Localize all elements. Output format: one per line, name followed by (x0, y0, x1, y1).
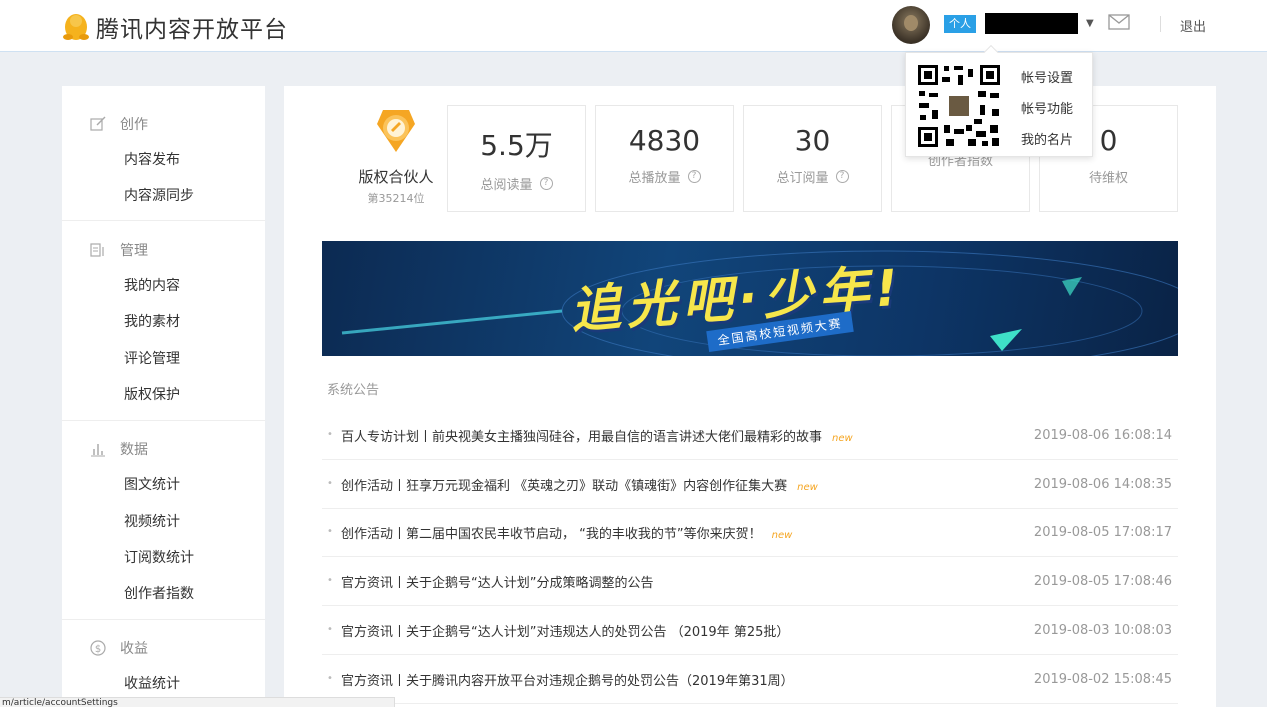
logout-link[interactable]: 退出 (1180, 16, 1206, 35)
menu-my-card[interactable]: 我的名片 (1021, 129, 1073, 148)
stat-label: 总播放量 (628, 167, 680, 186)
system-notices-heading: 系统公告 (327, 379, 379, 398)
new-tag: new (797, 482, 818, 493)
stat-label-row: 待维权 (1040, 167, 1177, 186)
new-tag: new (832, 433, 853, 444)
bullet-icon: • (327, 624, 333, 635)
sidebar-item-earnings-stats[interactable]: 收益统计 (124, 673, 180, 693)
menu-account-functions[interactable]: 帐号功能 (1021, 98, 1073, 117)
sidebar-item-article-stats[interactable]: 图文统计 (124, 474, 180, 494)
sidebar-section-earnings: $ 收益 (90, 638, 148, 658)
account-dropdown-menu: 帐号设置 帐号功能 我的名片 (905, 52, 1093, 157)
notice-row[interactable]: • 创作活动丨第二届中国农民丰收节启动， “我的丰收我的节”等你来庆贺！new … (322, 509, 1178, 557)
browser-status-bar: m/article/accountSettings (0, 697, 395, 707)
penguin-logo-icon (62, 12, 90, 42)
sidebar-section-title: 数据 (120, 439, 148, 459)
bar-chart-icon (90, 441, 106, 457)
stat-total-subscriptions: 30 总订阅量? (743, 105, 882, 212)
sidebar-section-create: 创作 (90, 114, 148, 134)
bullet-icon: • (327, 673, 333, 684)
copyright-partner-medal: 版权合伙人 第35214位 (342, 106, 450, 206)
notice-title[interactable]: 创作活动丨狂享万元现金福利 《英魂之刃》联动《镇魂街》内容创作征集大赛 new (341, 475, 818, 494)
sidebar-section-manage: 管理 (90, 240, 148, 260)
mail-icon[interactable] (1108, 14, 1130, 30)
platform-name: 腾讯内容开放平台 (96, 10, 288, 44)
bullet-icon: • (327, 526, 333, 537)
notice-time: 2019-08-05 17:08:17 (1034, 525, 1172, 540)
notice-title[interactable]: 官方资讯丨关于企鹅号“达人计划”分成策略调整的公告 (341, 572, 653, 591)
notice-title[interactable]: 百人专访计划丨前央视美女主播独闯硅谷，用最自信的语言讲述大佬们最精彩的故事 new (341, 426, 853, 445)
promo-banner[interactable]: 追光吧·少年! 全国高校短视频大赛 (322, 241, 1178, 356)
sidebar-section-data: 数据 (90, 439, 148, 459)
username-redacted[interactable] (985, 13, 1078, 34)
medal-title: 版权合伙人 (342, 166, 450, 187)
sidebar-item-copyright-protection[interactable]: 版权保护 (124, 384, 180, 404)
user-avatar[interactable] (892, 6, 930, 44)
new-tag: new (772, 530, 793, 541)
sidebar-item-creator-index[interactable]: 创作者指数 (124, 583, 194, 603)
notice-row[interactable]: • 百人专访计划丨前央视美女主播独闯硅谷，用最自信的语言讲述大佬们最精彩的故事 n… (322, 412, 1178, 460)
sidebar-divider (62, 220, 265, 221)
notice-time: 2019-08-03 10:08:03 (1034, 623, 1172, 638)
sidebar-divider (62, 619, 265, 620)
medal-icon (371, 106, 421, 156)
help-icon[interactable]: ? (688, 170, 701, 183)
medal-rank: 第35214位 (342, 190, 450, 206)
notice-time: 2019-08-06 14:08:35 (1034, 477, 1172, 492)
sidebar-item-content-publish[interactable]: 内容发布 (124, 149, 180, 169)
qr-code-icon (916, 63, 1002, 149)
stat-label: 总阅读量 (480, 174, 532, 193)
help-icon[interactable]: ? (836, 170, 849, 183)
notice-row[interactable]: • 官方资讯丨关于企鹅号“达人计划”分成策略调整的公告 2019-08-05 1… (322, 558, 1178, 606)
notice-title[interactable]: 创作活动丨第二届中国农民丰收节启动， “我的丰收我的节”等你来庆贺！ new (341, 523, 792, 542)
stat-label-row: 总订阅量? (744, 167, 881, 186)
bullet-icon: • (327, 575, 333, 586)
notice-text: 创作活动丨第二届中国农民丰收节启动， “我的丰收我的节”等你来庆贺！ (341, 527, 762, 542)
stat-value: 4830 (596, 124, 733, 157)
notice-row[interactable]: • 官方资讯丨关于腾讯内容开放平台对违规企鹅号的处罚公告（2019年第31周） … (322, 656, 1178, 704)
notice-time: 2019-08-02 15:08:45 (1034, 672, 1172, 687)
bullet-icon: • (327, 478, 333, 489)
help-icon[interactable]: ? (540, 177, 553, 190)
stat-total-reads: 5.5万 总阅读量? (447, 105, 586, 212)
sidebar-section-title: 管理 (120, 240, 148, 260)
stat-value: 5.5万 (448, 124, 585, 164)
notice-time: 2019-08-06 16:08:14 (1034, 428, 1172, 443)
svg-text:$: $ (95, 644, 101, 655)
notice-text: 百人专访计划丨前央视美女主播独闯硅谷，用最自信的语言讲述大佬们最精彩的故事 (341, 430, 822, 445)
sidebar-item-comment-management[interactable]: 评论管理 (124, 348, 180, 368)
sidebar-item-subscription-stats[interactable]: 订阅数统计 (124, 547, 194, 567)
stat-value: 30 (744, 124, 881, 157)
dollar-icon: $ (90, 640, 106, 656)
sidebar-nav: 创作 内容发布 内容源同步 管理 我的内容 我的素材 评论管理 版权保护 数据 … (62, 86, 265, 707)
caret-down-icon[interactable]: ▼ (1086, 13, 1094, 34)
manage-icon (90, 242, 106, 258)
bullet-icon: • (327, 429, 333, 440)
stat-total-plays: 4830 总播放量? (595, 105, 734, 212)
menu-account-settings[interactable]: 帐号设置 (1021, 67, 1073, 86)
sidebar-item-content-sync[interactable]: 内容源同步 (124, 185, 194, 205)
sidebar-item-my-content[interactable]: 我的内容 (124, 275, 180, 295)
notice-row[interactable]: • 官方资讯丨关于企鹅号“达人计划”对违规达人的处罚公告 （2019年 第25批… (322, 607, 1178, 655)
notice-title[interactable]: 官方资讯丨关于腾讯内容开放平台对违规企鹅号的处罚公告（2019年第31周） (341, 670, 794, 689)
sidebar-item-my-materials[interactable]: 我的素材 (124, 311, 180, 331)
account-type-badge: 个人 (944, 15, 976, 33)
edit-icon (90, 116, 106, 132)
stat-label: 总订阅量 (776, 167, 828, 186)
stat-label-row: 总播放量? (596, 167, 733, 186)
top-header: 腾讯内容开放平台 个人 ▼ 退出 (0, 0, 1267, 52)
sidebar-section-title: 收益 (120, 638, 148, 658)
header-divider (1160, 16, 1161, 32)
sidebar-item-video-stats[interactable]: 视频统计 (124, 511, 180, 531)
notice-text: 创作活动丨狂享万元现金福利 《英魂之刃》联动《镇魂街》内容创作征集大赛 (341, 479, 787, 494)
stat-label: 待维权 (1089, 167, 1128, 186)
sidebar-divider (62, 420, 265, 421)
notice-time: 2019-08-05 17:08:46 (1034, 574, 1172, 589)
notice-row[interactable]: • 创作活动丨狂享万元现金福利 《英魂之刃》联动《镇魂街》内容创作征集大赛 new… (322, 461, 1178, 509)
sidebar-section-title: 创作 (120, 114, 148, 134)
stat-label-row: 总阅读量? (448, 174, 585, 193)
notice-title[interactable]: 官方资讯丨关于企鹅号“达人计划”对违规达人的处罚公告 （2019年 第25批） (341, 621, 789, 640)
platform-logo[interactable]: 腾讯内容开放平台 (62, 10, 288, 44)
main-panel: 版权合伙人 第35214位 5.5万 总阅读量? 4830 总播放量? 30 总… (284, 86, 1216, 707)
